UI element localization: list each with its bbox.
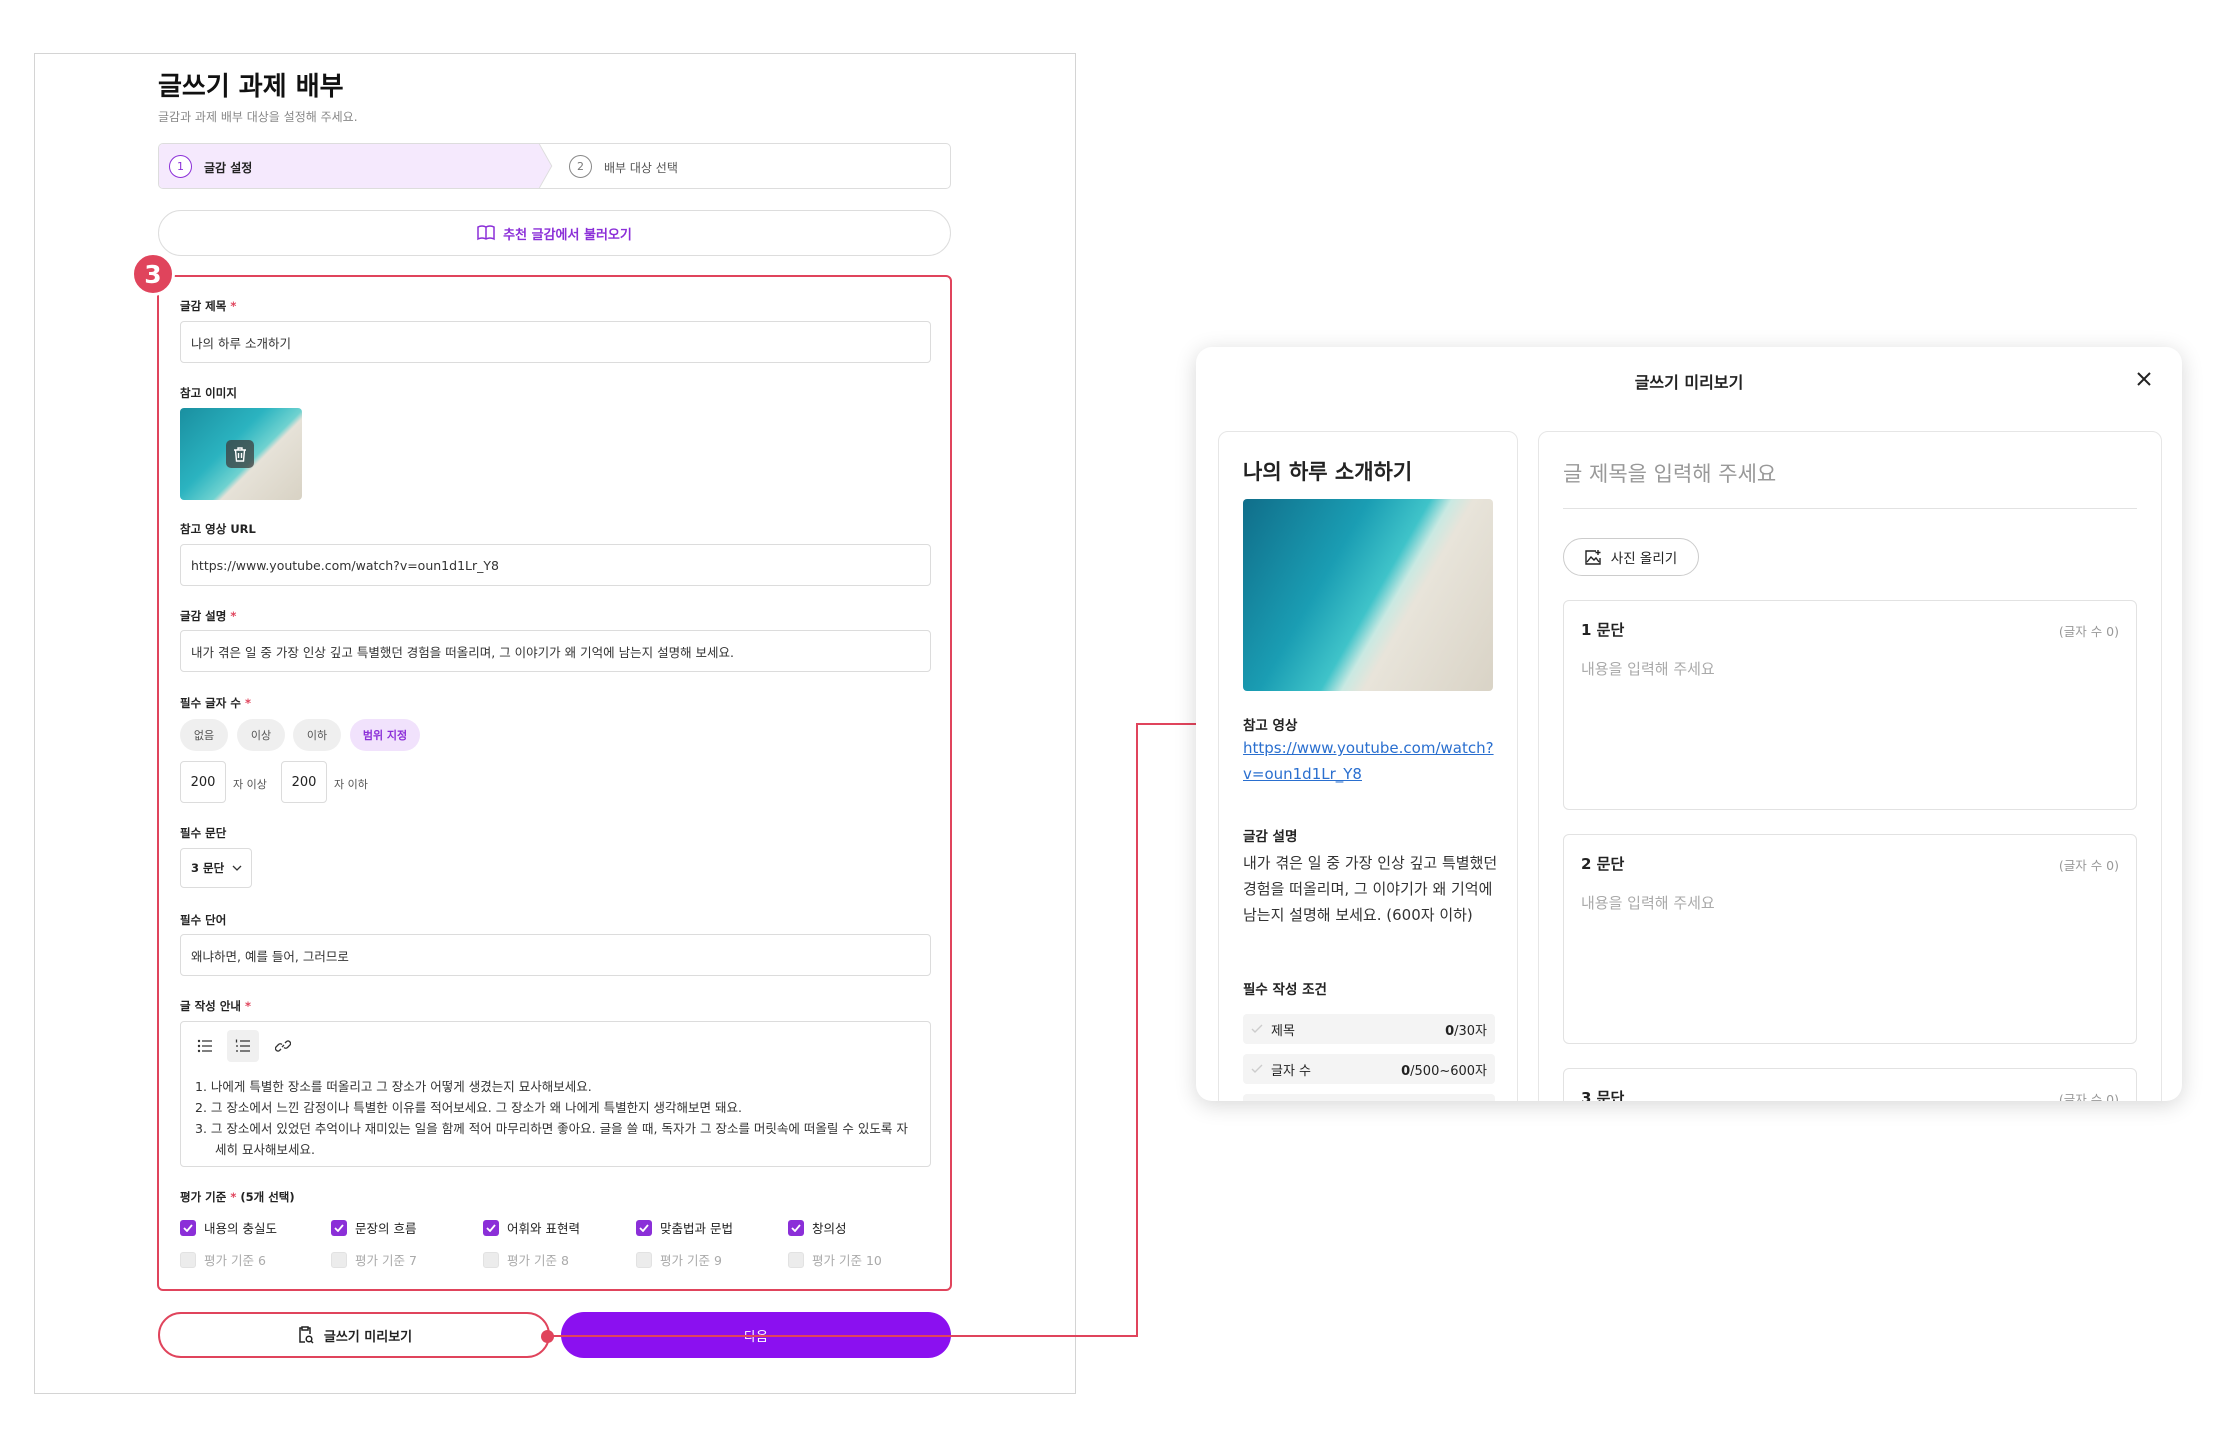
count-option-none[interactable]: 없음 (180, 719, 228, 751)
condition-row: 글자 수 0/500~600자 (1243, 1054, 1495, 1084)
step-separator (539, 144, 553, 188)
writing-preview-label: 글쓰기 미리보기 (323, 1329, 413, 1345)
numbered-list-button[interactable] (227, 1030, 259, 1062)
connector-line (548, 1335, 1138, 1337)
preview-title: 글쓰기 미리보기 (1634, 373, 1744, 392)
topic-card-title: 나의 하루 소개하기 (1243, 460, 1413, 484)
step-1-number: 1 (169, 155, 192, 178)
check-icon (486, 1223, 496, 1232)
criteria-checkbox-3[interactable]: 어휘와 표현력 (483, 1218, 580, 1237)
count-option-range[interactable]: 범위 지정 (350, 719, 420, 751)
step-2-number: 2 (569, 155, 592, 178)
desc-heading: 글감 설명 (1243, 829, 1298, 845)
paragraph-box-3[interactable]: 3 문단 (글자 수 0) (1563, 1068, 2137, 1101)
preview-modal: 글쓰기 미리보기 나의 하루 소개하기 참고 영상 https://www.yo… (1196, 347, 2182, 1101)
link-icon (275, 1040, 291, 1052)
count-label: 필수 글자 수 * (180, 696, 251, 710)
video-heading: 참고 영상 (1243, 718, 1298, 734)
criteria-checkbox-5[interactable]: 창의성 (788, 1218, 847, 1237)
check-icon (183, 1223, 193, 1232)
criteria-checkbox-6[interactable]: 평가 기준 6 (180, 1250, 266, 1269)
count-option-max[interactable]: 이하 (293, 719, 341, 751)
condition-row (1243, 1094, 1495, 1101)
load-recommended-button[interactable]: 추천 글감에서 불러오기 (158, 210, 951, 256)
para-select-value: 3 문단 (191, 861, 225, 875)
words-input[interactable]: 왜냐하면, 예를 들어, 그러므로 (180, 934, 931, 976)
check-icon (791, 1223, 801, 1232)
guide-editor[interactable]: 1. 나에게 특별한 장소를 떠올리고 그 장소가 어떻게 생겼는지 묘사해보세… (180, 1021, 931, 1167)
topic-card-image (1243, 499, 1493, 691)
check-icon (334, 1223, 344, 1232)
guide-item: 2. 그 장소에서 느낀 감정이나 특별한 이유를 적어보세요. 그 장소가 왜… (195, 1100, 743, 1115)
criteria-checkbox-1[interactable]: 내용의 충실도 (180, 1218, 277, 1237)
connector-line (1136, 723, 1196, 725)
writing-card: 글 제목을 입력해 주세요 사진 올리기 1 문단 (글자 수 0) 내용을 입… (1538, 431, 2162, 1101)
upload-photo-button[interactable]: 사진 올리기 (1563, 538, 1699, 576)
criteria-checkbox-8[interactable]: 평가 기준 8 (483, 1250, 569, 1269)
stepper: 1 글감 설정 2 배부 대상 선택 (158, 143, 951, 189)
page-title: 글쓰기 과제 배부 (158, 72, 344, 102)
para-label: 필수 문단 (180, 826, 227, 840)
criteria-checkbox-10[interactable]: 평가 기준 10 (788, 1250, 882, 1269)
guide-item: 3. 그 장소에서 있었던 추억이나 재미있는 일을 함께 적어 마무리하면 좋… (195, 1121, 908, 1157)
video-label: 참고 영상 URL (180, 522, 256, 536)
desc-input[interactable]: 내가 겪은 일 중 가장 인상 깊고 특별했던 경험을 떠올리며, 그 이야기가… (180, 630, 931, 672)
count-min-unit: 자 이상 (233, 778, 267, 791)
writing-preview-button[interactable]: 글쓰기 미리보기 (158, 1312, 550, 1358)
title-divider (1563, 508, 2137, 509)
step-2-label[interactable]: 배부 대상 선택 (604, 159, 678, 176)
clipboard-search-icon (299, 1326, 314, 1344)
image-upload-icon (1585, 550, 1601, 565)
page-subtitle: 글감과 과제 배부 대상을 설정해 주세요. (158, 110, 358, 124)
bullet-list-button[interactable] (189, 1030, 221, 1062)
condition-row: 제목 0/30자 (1243, 1014, 1495, 1044)
close-icon (2137, 372, 2151, 386)
title-label: 글감 제목 * (180, 299, 237, 313)
check-icon (639, 1223, 649, 1232)
conditions-heading: 필수 작성 조건 (1243, 982, 1327, 998)
desc-text: 내가 겪은 일 중 가장 인상 깊고 특별했던 경험을 떠올리며, 그 이야기가… (1243, 854, 1498, 924)
delete-image-button[interactable] (226, 440, 254, 468)
load-recommended-label: 추천 글감에서 불러오기 (503, 227, 632, 243)
count-min-input[interactable]: 200 (180, 761, 226, 803)
connector-dot (541, 1330, 554, 1343)
check-icon (1251, 1064, 1263, 1073)
count-max-unit: 자 이하 (334, 778, 368, 791)
step-1-label[interactable]: 글감 설정 (204, 159, 252, 176)
bullet-list-icon (197, 1039, 212, 1053)
book-icon (477, 225, 495, 241)
connector-line (1136, 723, 1138, 1337)
para-select[interactable]: 3 문단 (180, 848, 252, 888)
paragraph-box-1[interactable]: 1 문단 (글자 수 0) 내용을 입력해 주세요 (1563, 600, 2137, 810)
criteria-checkbox-9[interactable]: 평가 기준 9 (636, 1250, 722, 1269)
annotation-badge: 3 (131, 252, 175, 296)
numbered-list-icon (235, 1039, 250, 1052)
desc-label: 글감 설명 * (180, 609, 237, 623)
chevron-down-icon (232, 865, 242, 871)
essay-title-input[interactable]: 글 제목을 입력해 주세요 (1563, 458, 1776, 488)
count-option-min[interactable]: 이상 (237, 719, 285, 751)
title-input[interactable]: 나의 하루 소개하기 (180, 321, 931, 363)
criteria-checkbox-7[interactable]: 평가 기준 7 (331, 1250, 417, 1269)
count-max-input[interactable]: 200 (281, 761, 327, 803)
criteria-checkbox-4[interactable]: 맞춤법과 문법 (636, 1218, 733, 1237)
paragraph-box-2[interactable]: 2 문단 (글자 수 0) 내용을 입력해 주세요 (1563, 834, 2137, 1044)
words-label: 필수 단어 (180, 913, 227, 927)
video-link[interactable]: https://www.youtube.com/watch?v=oun1d1Lr… (1243, 735, 1498, 787)
guide-text: 1. 나에게 특별한 장소를 떠올리고 그 장소가 어떻게 생겼는지 묘사해보세… (195, 1076, 915, 1160)
image-label: 참고 이미지 (180, 386, 237, 400)
link-button[interactable] (267, 1030, 299, 1062)
criteria-label: 평가 기준 * (5개 선택) (180, 1190, 295, 1204)
video-url-input[interactable]: https://www.youtube.com/watch?v=oun1d1Lr… (180, 544, 931, 586)
guide-label: 글 작성 안내 * (180, 999, 251, 1013)
topic-card: 나의 하루 소개하기 참고 영상 https://www.youtube.com… (1218, 431, 1518, 1101)
check-icon (1251, 1024, 1263, 1033)
trash-icon (234, 446, 246, 462)
reference-image (180, 408, 302, 500)
criteria-checkbox-2[interactable]: 문장의 흐름 (331, 1218, 416, 1237)
close-button[interactable] (2130, 365, 2158, 393)
guide-item: 1. 나에게 특별한 장소를 떠올리고 그 장소가 어떻게 생겼는지 묘사해보세… (195, 1079, 592, 1094)
